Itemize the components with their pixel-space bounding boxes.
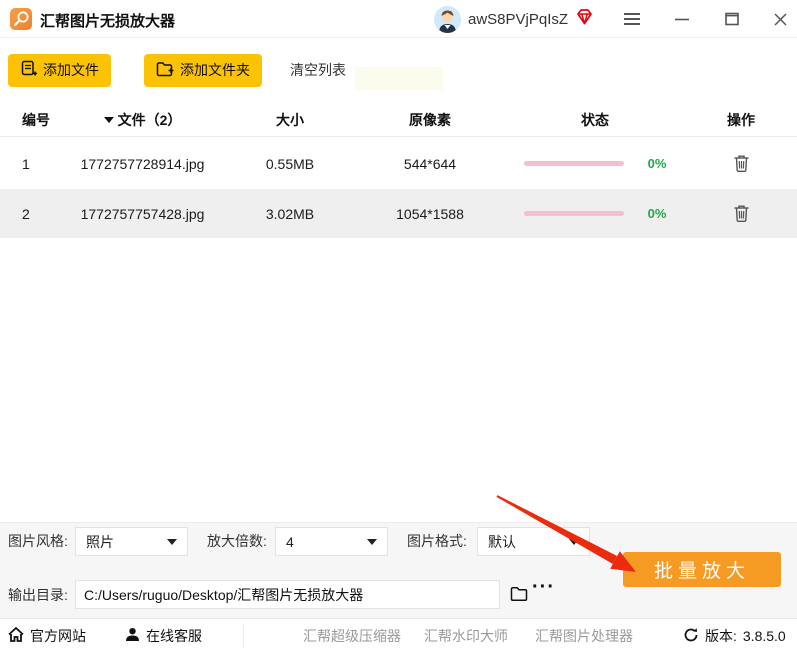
toolbar: 添加文件 添加文件夹 清空列表 [8,53,354,87]
refresh-icon [683,627,699,646]
delete-row-button[interactable] [728,151,754,177]
maximize-button[interactable] [712,0,752,38]
progress-bar [524,161,624,166]
cell-status: 0% [505,156,685,171]
minimize-button[interactable] [662,0,702,38]
header-file[interactable]: 文件（2） [60,110,225,130]
version-value: 3.8.5.0 [743,628,786,644]
footer-divider [243,624,244,648]
cell-size: 3.02MB [225,206,355,222]
cell-action [685,201,797,227]
header-pixels[interactable]: 原像素 [355,110,505,130]
cell-pixels: 1054*1588 [355,206,505,222]
footer-link-processor[interactable]: 汇帮图片处理器 [535,619,633,653]
close-button[interactable] [760,0,797,38]
style-label: 图片风格: [8,531,68,551]
cell-index: 2 [0,206,60,222]
style-select[interactable]: 照片 [75,527,188,556]
add-file-button[interactable]: 添加文件 [8,54,111,87]
official-site-label: 官方网站 [30,626,86,646]
sort-caret-icon [104,117,114,123]
browse-more-button[interactable]: ··· [532,576,555,599]
chevron-down-icon [569,539,579,545]
format-select[interactable]: 默认 [477,527,590,556]
table-row[interactable]: 1 1772757728914.jpg 0.55MB 544*644 0% [0,139,797,188]
cell-status: 0% [505,206,685,221]
cell-filename: 1772757728914.jpg [60,156,225,172]
menu-hamburger-icon[interactable] [612,0,652,38]
app-logo-icon [10,8,32,30]
style-value: 照片 [86,532,114,552]
format-value: 默认 [488,532,516,552]
footer-link-watermark[interactable]: 汇帮水印大师 [424,619,508,653]
delete-row-button[interactable] [728,201,754,227]
table-header: 编号 文件（2） 大小 原像素 状态 操作 [0,103,797,137]
factor-select[interactable]: 4 [275,527,388,556]
username-text: awS8PVjPqIsZ [468,11,568,28]
cell-size: 0.55MB [225,156,355,172]
add-file-icon [20,60,37,80]
progress-percent: 0% [648,156,667,171]
batch-enlarge-button[interactable]: 批量放大 [623,552,781,587]
titlebar: 汇帮图片无损放大器 awS8PVjPqIsZ [0,0,797,38]
header-status: 状态 [505,110,685,130]
faint-watermark-box [355,67,443,90]
cell-action [685,151,797,177]
online-service-link[interactable]: 在线客服 [125,619,202,653]
cell-pixels: 544*644 [355,156,505,172]
open-folder-icon[interactable] [506,581,532,607]
add-folder-label: 添加文件夹 [180,60,250,80]
header-size[interactable]: 大小 [225,110,355,130]
footer-link-compressor[interactable]: 汇帮超级压缩器 [303,619,401,653]
clear-list-button[interactable]: 清空列表 [282,54,354,86]
vip-badge-icon [575,7,594,31]
header-action: 操作 [685,110,797,130]
chevron-down-icon [167,539,177,545]
factor-value: 4 [286,534,294,550]
cell-filename: 1772757757428.jpg [60,206,225,222]
progress-bar [524,211,624,216]
add-folder-icon [156,61,174,80]
official-site-link[interactable]: 官方网站 [8,619,86,653]
progress-percent: 0% [648,206,667,221]
output-dir-label: 输出目录: [8,585,68,605]
version-area[interactable]: 版本: 3.8.5.0 [683,619,786,653]
person-icon [125,627,140,645]
cell-index: 1 [0,156,60,172]
add-folder-button[interactable]: 添加文件夹 [144,54,262,87]
footer: 官方网站 在线客服 汇帮超级压缩器 汇帮水印大师 汇帮图片处理器 版本: 3.8… [0,618,797,652]
header-index[interactable]: 编号 [0,110,60,130]
online-service-label: 在线客服 [146,626,202,646]
output-dir-input[interactable] [75,580,500,609]
version-label: 版本: [705,626,737,646]
home-icon [8,627,24,645]
app-title: 汇帮图片无损放大器 [40,10,175,31]
user-avatar[interactable] [434,6,461,33]
format-label: 图片格式: [407,531,467,551]
settings-panel: 图片风格: 照片 放大倍数: 4 图片格式: 默认 批量放大 输出目录: ··· [0,522,797,618]
factor-label: 放大倍数: [207,531,267,551]
add-file-label: 添加文件 [43,60,99,80]
account-area[interactable]: awS8PVjPqIsZ [434,0,594,38]
table-row[interactable]: 2 1772757757428.jpg 3.02MB 1054*1588 0% [0,189,797,238]
chevron-down-icon [367,539,377,545]
header-file-label: 文件（2） [118,110,182,130]
